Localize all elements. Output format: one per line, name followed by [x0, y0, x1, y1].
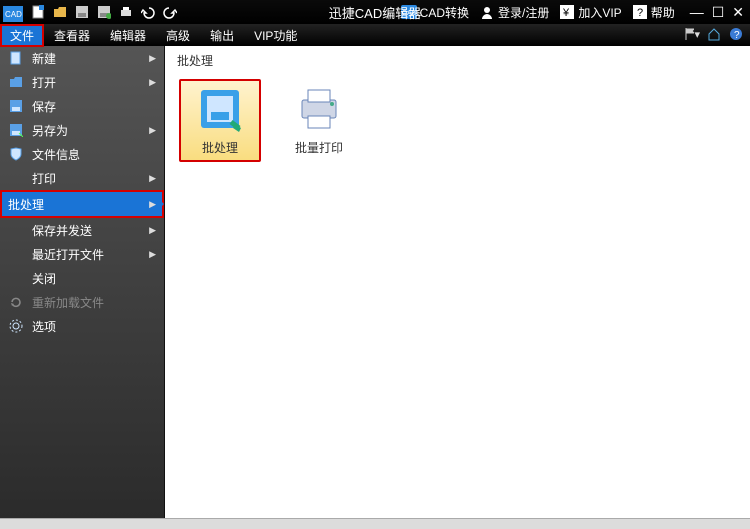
content-panel: 批处理 批处理 批量打印 — [165, 46, 750, 518]
help-button[interactable]: ? 帮助 — [629, 4, 678, 21]
sidebar-item-label: 重新加载文件 — [32, 294, 104, 311]
sidebar-item-label: 打印 — [32, 170, 56, 187]
quick-access-toolbar — [26, 4, 182, 20]
sidebar-item-reload: 重新加载文件 — [0, 290, 164, 314]
sidebar-item-saveas[interactable]: 另存为 ▶ — [0, 118, 164, 142]
tile-batch[interactable]: 批处理 — [179, 79, 261, 162]
sidebar-item-label: 保存 — [32, 98, 56, 115]
login-button[interactable]: 登录/注册 — [476, 4, 552, 21]
tile-label: 批量打印 — [295, 139, 343, 156]
help-label: 帮助 — [651, 4, 675, 21]
app-logo-icon: CAD — [2, 3, 24, 23]
sidebar-item-label: 新建 — [32, 50, 56, 67]
titlebar: CAD 迅捷CAD编辑器 CAD CAD转换 登录/注册 ¥ 加入VIP ? 帮… — [0, 0, 750, 24]
vip-label: 加入VIP — [578, 4, 621, 21]
chevron-right-icon: ▶ — [149, 125, 156, 136]
sidebar-item-close[interactable]: 关闭 — [0, 266, 164, 290]
user-icon — [479, 4, 495, 20]
yen-icon: ¥ — [559, 4, 575, 20]
content-section-title: 批处理 — [177, 52, 738, 69]
sidebar-item-recent[interactable]: 最近打开文件 ▶ — [0, 242, 164, 266]
reload-icon — [8, 294, 24, 310]
sidebar-item-label: 最近打开文件 — [32, 246, 104, 263]
sidebar-item-batch[interactable]: 批处理 ▶ — [0, 190, 164, 218]
cad-convert-label: CAD转换 — [420, 4, 469, 21]
sidebar-item-save[interactable]: 保存 — [0, 94, 164, 118]
home-icon[interactable] — [706, 26, 722, 42]
undo-icon[interactable] — [140, 4, 156, 20]
svg-text:?: ? — [734, 30, 740, 41]
print-icon[interactable] — [118, 4, 134, 20]
blank-icon — [8, 246, 24, 262]
sidebar-item-open[interactable]: 打开 ▶ — [0, 70, 164, 94]
save-icon — [8, 98, 24, 114]
sidebar-item-label: 选项 — [32, 318, 56, 335]
sidebar-item-new[interactable]: 新建 ▶ — [0, 46, 164, 70]
file-menu-sidebar: 新建 ▶ 打开 ▶ 保存 另存为 ▶ 文件信息 打印 ▶ 批处理 ▶ — [0, 46, 165, 518]
chevron-right-icon: ▶ — [149, 199, 156, 210]
app-title: 迅捷CAD编辑器 — [329, 3, 421, 22]
close-button[interactable]: ✕ — [732, 4, 744, 21]
tile-label: 批处理 — [202, 139, 238, 156]
sidebar-item-print[interactable]: 打印 ▶ — [0, 166, 164, 190]
new-file-icon[interactable] — [30, 4, 46, 20]
menu-vip[interactable]: VIP功能 — [244, 24, 307, 47]
chevron-right-icon: ▶ — [149, 77, 156, 88]
login-label: 登录/注册 — [498, 4, 549, 21]
titlebar-right: CAD CAD转换 登录/注册 ¥ 加入VIP ? 帮助 — ☐ ✕ — [398, 4, 750, 21]
fileinfo-icon — [8, 146, 24, 162]
blank-icon — [8, 270, 24, 286]
svg-text:CAD: CAD — [5, 10, 22, 19]
gear-icon — [8, 318, 24, 334]
svg-text:?: ? — [637, 7, 643, 19]
open-folder-icon[interactable] — [52, 4, 68, 20]
saveas-icon — [8, 122, 24, 138]
batch-print-icon — [295, 85, 343, 133]
redo-icon[interactable] — [162, 4, 178, 20]
help-icon: ? — [632, 4, 648, 20]
new-icon — [8, 50, 24, 66]
menubar: 文件 查看器 编辑器 高级 输出 VIP功能 ▾ ? — [0, 24, 750, 46]
menu-advanced[interactable]: 高级 — [156, 24, 200, 47]
blank-icon — [8, 222, 24, 238]
saveas-icon[interactable] — [96, 4, 112, 20]
blank-icon — [8, 170, 24, 186]
chevron-right-icon: ▶ — [149, 173, 156, 184]
about-icon[interactable]: ? — [728, 26, 744, 42]
chevron-right-icon: ▶ — [149, 53, 156, 64]
sidebar-item-label: 批处理 — [8, 196, 44, 213]
sidebar-item-label: 保存并发送 — [32, 222, 92, 239]
minimize-button[interactable]: — — [690, 4, 704, 21]
sidebar-item-label: 关闭 — [32, 270, 56, 287]
flag-icon[interactable]: ▾ — [684, 26, 700, 42]
chevron-right-icon: ▶ — [149, 249, 156, 260]
menu-file[interactable]: 文件 — [0, 24, 44, 47]
sidebar-item-options[interactable]: 选项 — [0, 314, 164, 338]
sidebar-item-label: 另存为 — [32, 122, 68, 139]
save-icon[interactable] — [74, 4, 90, 20]
batch-icon — [196, 85, 244, 133]
window-controls: — ☐ ✕ — [690, 4, 744, 21]
maximize-button[interactable]: ☐ — [712, 4, 725, 21]
vip-button[interactable]: ¥ 加入VIP — [556, 4, 624, 21]
open-icon — [8, 74, 24, 90]
menu-viewer[interactable]: 查看器 — [44, 24, 100, 47]
tile-batch-print[interactable]: 批量打印 — [279, 79, 359, 162]
menu-output[interactable]: 输出 — [200, 24, 244, 47]
sidebar-item-fileinfo[interactable]: 文件信息 — [0, 142, 164, 166]
sidebar-item-label: 文件信息 — [32, 146, 80, 163]
svg-text:¥: ¥ — [562, 7, 570, 19]
menu-editor[interactable]: 编辑器 — [100, 24, 156, 47]
tiles-row: 批处理 批量打印 — [177, 75, 738, 166]
statusbar — [0, 518, 750, 529]
sidebar-item-label: 打开 — [32, 74, 56, 91]
sidebar-item-save-send[interactable]: 保存并发送 ▶ — [0, 218, 164, 242]
chevron-right-icon: ▶ — [149, 225, 156, 236]
